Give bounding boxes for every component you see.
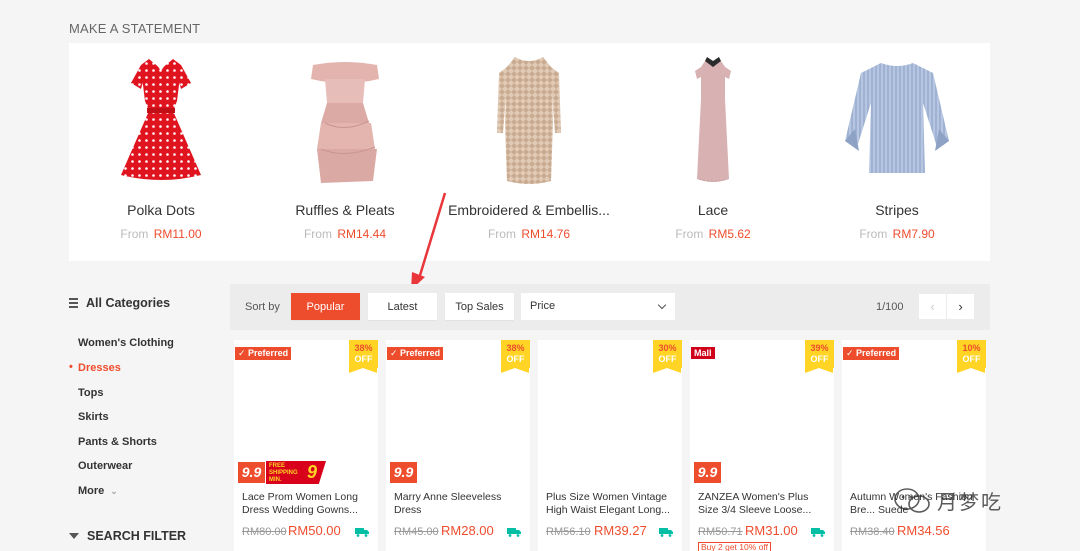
- promo-label: Buy 2 get 10% off: [698, 542, 771, 551]
- statement-card-polka-dots[interactable]: Polka Dots From RM11.00: [69, 43, 253, 261]
- category-outerwear[interactable]: Outerwear: [78, 460, 132, 472]
- free-shipping-truck-icon: [507, 528, 521, 537]
- statement-name: Polka Dots: [127, 202, 195, 218]
- sort-popular-button[interactable]: Popular: [291, 293, 360, 320]
- list-icon: [69, 298, 78, 308]
- sort-latest-button[interactable]: Latest: [368, 293, 437, 320]
- watermark: 月梦吃: [893, 486, 1003, 515]
- statement-name: Embroidered & Embellis...: [448, 202, 610, 218]
- statement-price: From RM14.76: [487, 227, 571, 241]
- original-price: RM45.00: [394, 526, 439, 538]
- discount-badge: 30% OFF: [653, 340, 682, 373]
- original-price: RM50.71: [698, 526, 743, 538]
- statement-card-stripes[interactable]: Stripes From RM7.90: [805, 43, 989, 261]
- filter-icon: [69, 533, 79, 539]
- category-pants-shorts[interactable]: Pants & Shorts: [78, 436, 157, 448]
- preferred-badge: ✓ Preferred: [235, 347, 292, 360]
- product-card[interactable]: ✓ Preferred 38% OFF 9.9 FREE SHIPPING MIN…: [234, 340, 378, 551]
- mall-badge: Mall: [691, 347, 715, 359]
- discount-badge: 38% OFF: [349, 340, 378, 373]
- product-card[interactable]: 30% OFF Plus Size Women Vintage High Wais…: [538, 340, 682, 551]
- category-womens-clothing[interactable]: Women's Clothing: [78, 337, 174, 349]
- preferred-badge: ✓ Preferred: [387, 347, 444, 360]
- product-card[interactable]: ✓ Preferred 10%OFF Autumn Women's Fashio…: [842, 340, 986, 551]
- chevron-down-icon: ⌄: [110, 486, 118, 496]
- original-price: RM38.40: [850, 526, 895, 538]
- sale-price: RM39.27: [594, 523, 647, 538]
- chevron-down-icon: [657, 300, 667, 310]
- embroidered-dress-image: [497, 57, 561, 184]
- next-page-button[interactable]: ›: [947, 294, 974, 319]
- section-title: MAKE A STATEMENT: [69, 21, 201, 36]
- category-dresses[interactable]: Dresses: [69, 361, 121, 374]
- all-categories-heading[interactable]: All Categories: [69, 296, 170, 310]
- original-price: RM56.10: [546, 526, 591, 538]
- original-price: RM80.00: [242, 526, 287, 538]
- statement-price: From RM11.00: [120, 227, 202, 241]
- product-name: Plus Size Women Vintage High Waist Elega…: [546, 491, 670, 516]
- product-card[interactable]: Mall 39% OFF 9.9 ZANZEA Women's Plus Size…: [690, 340, 834, 551]
- statement-name: Lace: [697, 202, 729, 218]
- sort-bar: Sort by Popular Latest Top Sales Price 1…: [230, 284, 990, 330]
- product-name: ZANZEA Women's Plus Size 3/4 Sleeve Loos…: [698, 491, 812, 516]
- product-card[interactable]: ✓ Preferred 38% OFF 9.9 Marry Anne Sleeve…: [386, 340, 530, 551]
- sale-price: RM34.56: [897, 523, 950, 538]
- statement-panel: Polka Dots From RM11.00 Ruffles & Pleats…: [69, 43, 990, 261]
- sale-99-badge: 9.9: [389, 461, 418, 484]
- sort-by-label: Sort by: [245, 301, 280, 313]
- category-more[interactable]: More ⌄: [78, 485, 118, 497]
- product-name: Lace Prom Women Long Dress Wedding Gowns…: [242, 491, 358, 516]
- statement-card-embroidered[interactable]: Embroidered & Embellis... From RM14.76: [437, 43, 621, 261]
- ruffle-dress-image: [311, 62, 379, 183]
- sale-price: RM28.00: [441, 523, 494, 538]
- free-shipping-badge: FREE SHIPPING MIN. SPEND 9: [266, 461, 326, 484]
- free-shipping-truck-icon: [355, 528, 369, 537]
- page-indicator: 1/100: [876, 301, 904, 313]
- striped-top-image: [845, 63, 949, 173]
- free-shipping-truck-icon: [811, 528, 825, 537]
- statement-name: Stripes: [875, 202, 919, 218]
- sort-top-sales-button[interactable]: Top Sales: [445, 293, 514, 320]
- price-select[interactable]: Price: [521, 293, 675, 320]
- lace-dress-image: [695, 57, 731, 182]
- statement-card-lace[interactable]: Lace From RM5.62: [621, 43, 805, 261]
- discount-badge: 39% OFF: [805, 340, 834, 373]
- category-tops[interactable]: Tops: [78, 387, 103, 399]
- statement-price: From RM7.90: [859, 227, 935, 241]
- sale-price: RM31.00: [745, 523, 798, 538]
- sale-99-badge: 9.9: [693, 461, 722, 484]
- preferred-badge: ✓ Preferred: [843, 347, 900, 360]
- sale-price: RM50.00: [288, 523, 341, 538]
- discount-badge: 38% OFF: [501, 340, 530, 373]
- discount-badge: 10% OFF: [957, 340, 986, 373]
- statement-price: From RM5.62: [675, 227, 751, 241]
- prev-page-button[interactable]: ‹: [919, 294, 946, 319]
- polka-dot-dress-image: [121, 57, 201, 180]
- product-name: Marry Anne Sleeveless Dress: [394, 491, 502, 516]
- free-shipping-truck-icon: [659, 528, 673, 537]
- search-filter-heading: SEARCH FILTER: [69, 529, 186, 543]
- wechat-logo-icon: [894, 487, 930, 513]
- category-skirts[interactable]: Skirts: [78, 411, 109, 423]
- sale-99-badge: 9.9: [237, 461, 266, 484]
